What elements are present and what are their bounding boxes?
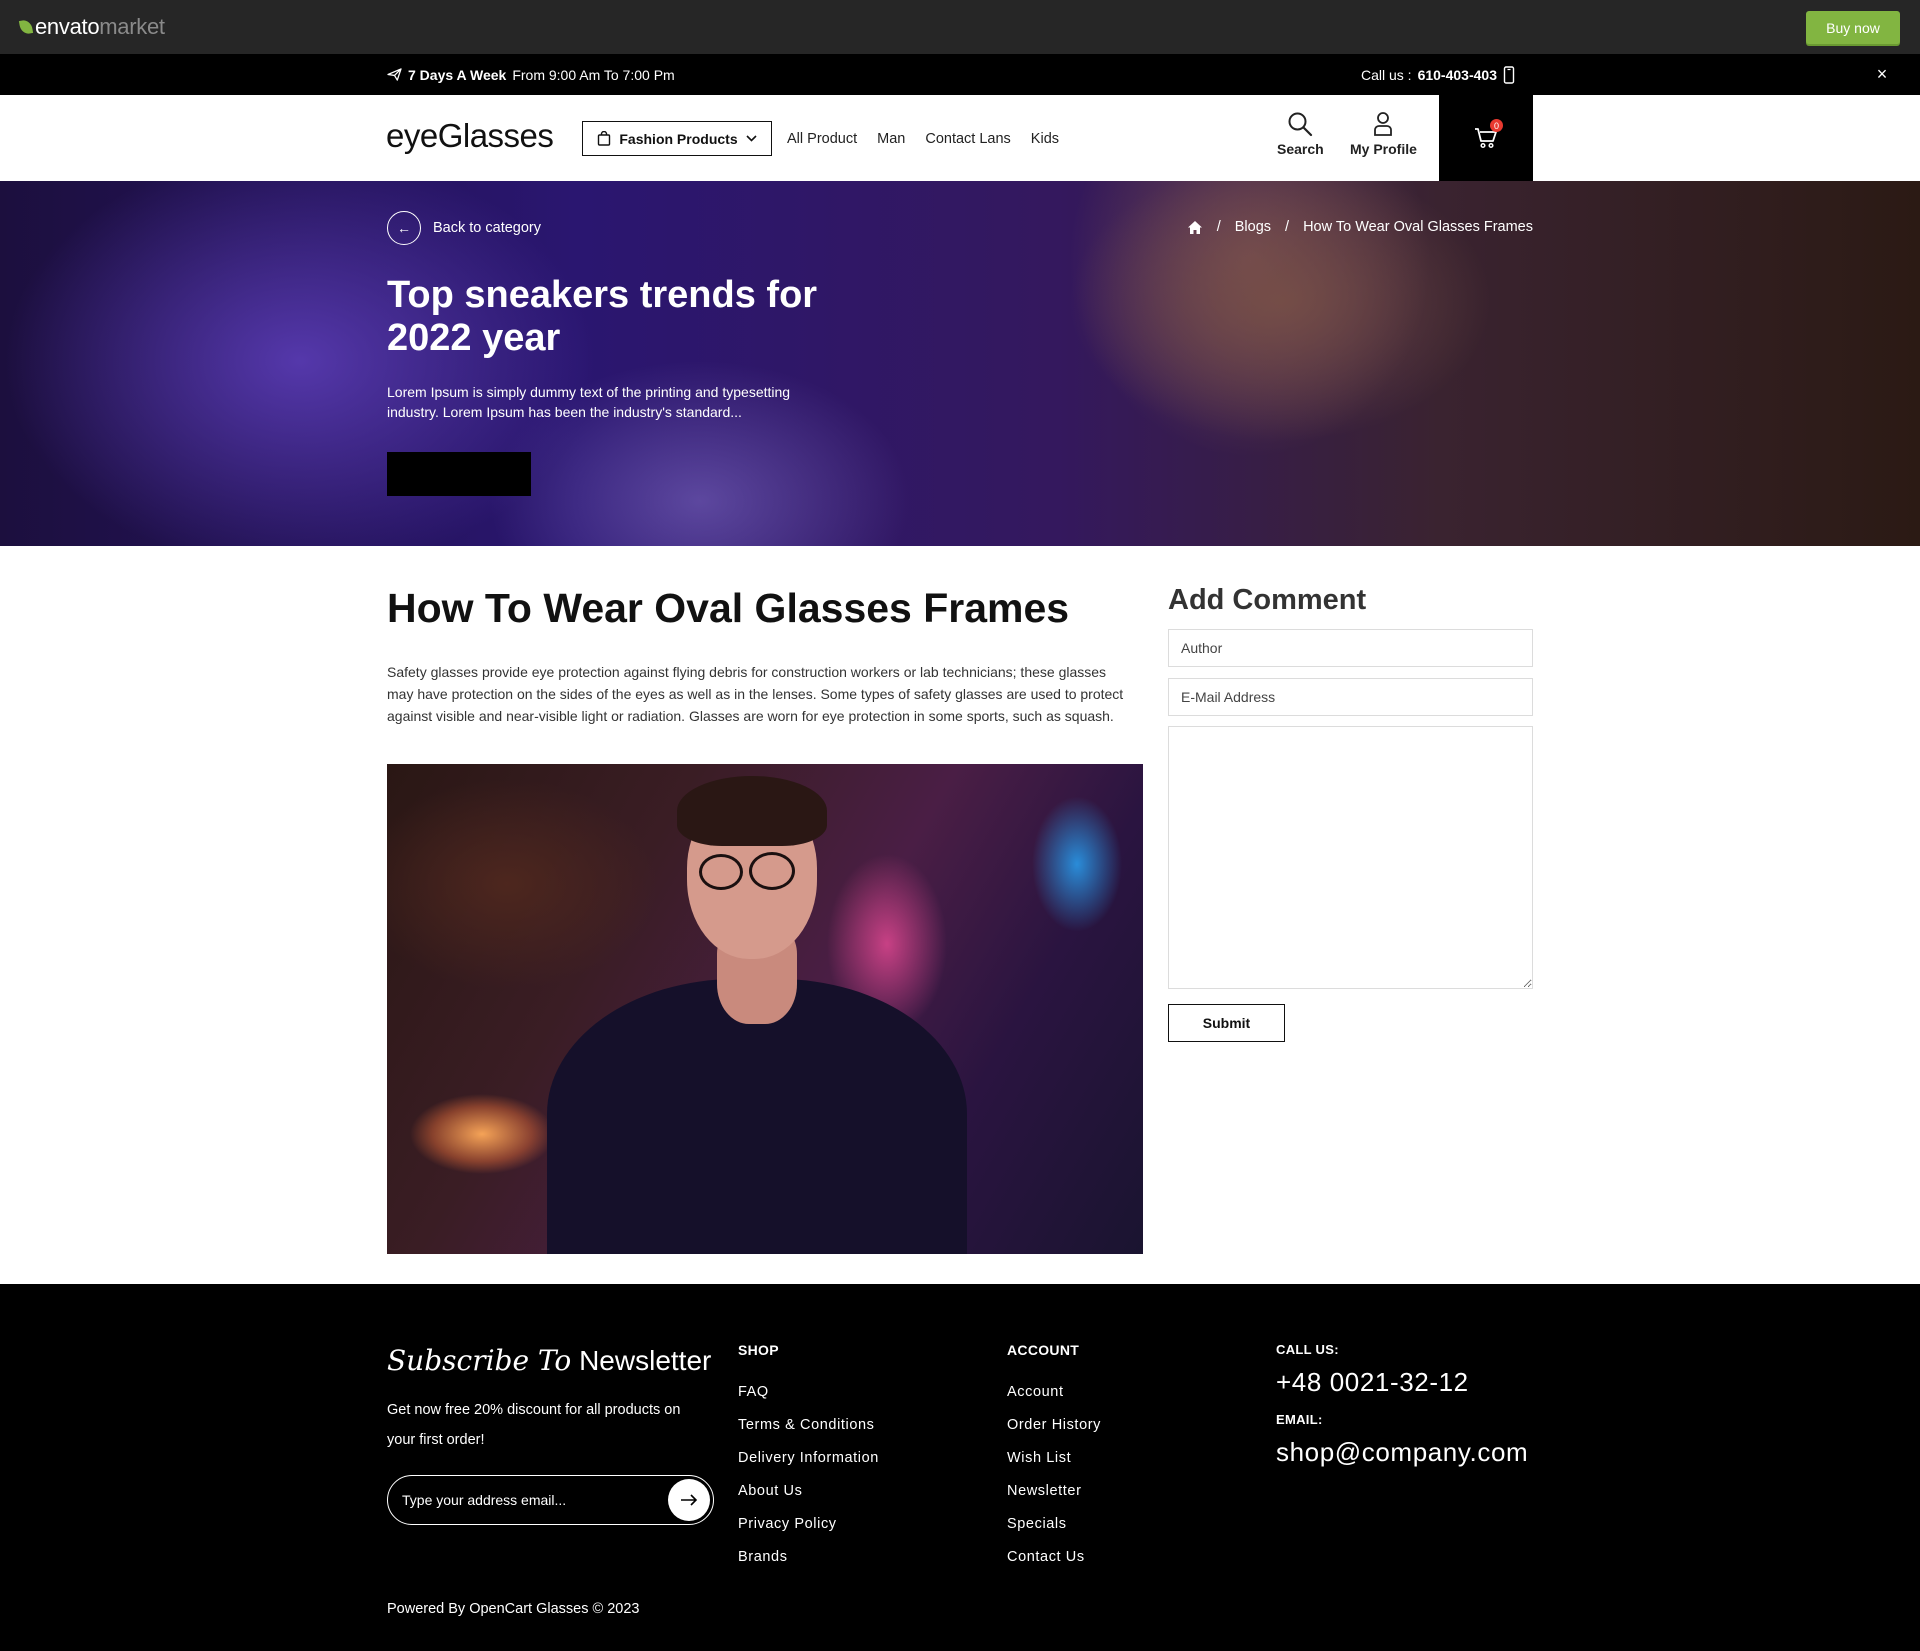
add-comment-title: Add Comment xyxy=(1168,584,1367,616)
site-logo[interactable]: eyeGlasses xyxy=(386,117,554,155)
search-button[interactable]: Search xyxy=(1277,111,1324,157)
article-image xyxy=(387,764,1143,1254)
article-body: Safety glasses provide eye protection ag… xyxy=(387,664,1124,724)
hours-days: 7 Days A Week xyxy=(408,66,507,83)
footer-account-column: ACCOUNT Account Order History Wish List … xyxy=(1007,1342,1101,1574)
footer-email[interactable]: shop@company.com xyxy=(1276,1437,1528,1468)
breadcrumb-blogs[interactable]: Blogs xyxy=(1235,219,1271,235)
breadcrumb-current: How To Wear Oval Glasses Frames xyxy=(1303,219,1533,235)
footer-contact-column: CALL US: +48 0021-32-12 EMAIL: shop@comp… xyxy=(1276,1342,1528,1482)
footer-phone[interactable]: +48 0021-32-12 xyxy=(1276,1367,1528,1398)
comment-textarea[interactable] xyxy=(1168,726,1533,989)
footer-link-about[interactable]: About Us xyxy=(738,1475,879,1508)
call-us-label: Call us : xyxy=(1361,66,1412,83)
newsletter-submit-button[interactable] xyxy=(668,1479,710,1521)
site-header: eyeGlasses Fashion Products All Product … xyxy=(0,95,1920,181)
close-topbar-button[interactable]: × xyxy=(1872,54,1892,95)
envato-logo-market: market xyxy=(99,14,165,39)
user-icon xyxy=(1374,112,1393,136)
call-us: Call us : 610-403-403 xyxy=(1361,54,1515,95)
footer-shop-column: SHOP FAQ Terms & Conditions Delivery Inf… xyxy=(738,1342,879,1574)
footer-link-delivery[interactable]: Delivery Information xyxy=(738,1442,879,1475)
nav-item-kids[interactable]: Kids xyxy=(1031,131,1059,147)
fashion-products-label: Fashion Products xyxy=(619,130,738,147)
arrow-right-icon xyxy=(681,1494,698,1506)
breadcrumb-separator: / xyxy=(1216,219,1221,235)
newsletter-title: Subscribe To Newsletter xyxy=(387,1344,711,1377)
nav-item-man[interactable]: Man xyxy=(877,131,905,147)
footer-link-newsletter[interactable]: Newsletter xyxy=(1007,1475,1101,1508)
opening-hours: 7 Days A Week From 9:00 Am To 7:00 Pm xyxy=(387,54,675,95)
footer-link-brands[interactable]: Brands xyxy=(738,1541,879,1574)
footer-link-order-history[interactable]: Order History xyxy=(1007,1409,1101,1442)
breadcrumb: / Blogs / How To Wear Oval Glasses Frame… xyxy=(1187,219,1533,235)
footer-link-faq[interactable]: FAQ xyxy=(738,1376,879,1409)
hero-banner: ← Back to category / Blogs / How To Wear… xyxy=(0,181,1920,546)
newsletter-email-input[interactable] xyxy=(402,1492,668,1508)
email-field[interactable] xyxy=(1168,678,1533,716)
paper-plane-icon xyxy=(387,68,402,81)
top-info-bar: 7 Days A Week From 9:00 Am To 7:00 Pm Ca… xyxy=(0,54,1920,95)
newsletter-form xyxy=(387,1475,714,1525)
envato-logo[interactable]: envato market xyxy=(18,14,165,40)
buy-now-button[interactable]: Buy now xyxy=(1806,11,1900,44)
search-label: Search xyxy=(1277,141,1324,157)
footer-link-account[interactable]: Account xyxy=(1007,1376,1101,1409)
article-title: How To Wear Oval Glasses Frames xyxy=(387,585,1070,631)
footer-call-label: CALL US: xyxy=(1276,1342,1339,1357)
home-icon[interactable] xyxy=(1187,220,1203,235)
main-nav: All Product Man Contact Lans Kids xyxy=(787,121,1059,156)
hero-cta-button[interactable] xyxy=(387,452,531,496)
newsletter-title-italic: Subscribe To xyxy=(387,1344,572,1377)
arrow-left-icon: ← xyxy=(387,211,421,245)
footer-email-label: EMAIL: xyxy=(1276,1412,1323,1427)
nav-item-all-product[interactable]: All Product xyxy=(787,131,857,147)
shopping-bag-icon xyxy=(598,131,611,146)
hero-description: Lorem Ipsum is simply dummy text of the … xyxy=(387,384,791,420)
footer-link-contact[interactable]: Contact Us xyxy=(1007,1541,1101,1574)
nav-item-contact-lans[interactable]: Contact Lans xyxy=(925,131,1010,147)
envato-bar: envato market Buy now xyxy=(0,0,1920,54)
footer-link-wish-list[interactable]: Wish List xyxy=(1007,1442,1101,1475)
my-profile-label: My Profile xyxy=(1350,141,1417,157)
my-profile-button[interactable]: My Profile xyxy=(1350,111,1417,157)
newsletter-title-plain: Newsletter xyxy=(579,1345,712,1376)
cart-count-badge: 0 xyxy=(1490,119,1503,132)
search-icon xyxy=(1288,112,1313,137)
photo-glasses-lens-left xyxy=(699,854,743,890)
site-footer: Subscribe To Newsletter Get now free 20%… xyxy=(0,1284,1920,1651)
photo-glasses-lens-right xyxy=(749,852,795,890)
cart-button[interactable]: 0 xyxy=(1439,95,1533,181)
envato-logo-word: envato xyxy=(35,14,100,39)
fashion-products-dropdown[interactable]: Fashion Products xyxy=(582,121,772,156)
envato-leaf-icon xyxy=(18,19,34,35)
newsletter-description: Get now free 20% discount for all produc… xyxy=(387,1402,681,1448)
mobile-phone-icon xyxy=(1503,65,1515,84)
hours-time: From 9:00 Am To 7:00 Pm xyxy=(512,66,675,83)
breadcrumb-separator: / xyxy=(1285,219,1290,235)
footer-link-terms[interactable]: Terms & Conditions xyxy=(738,1409,879,1442)
author-field[interactable] xyxy=(1168,629,1533,667)
footer-shop-title: SHOP xyxy=(738,1342,779,1358)
footer-link-privacy[interactable]: Privacy Policy xyxy=(738,1508,879,1541)
back-to-category-label: Back to category xyxy=(433,220,541,236)
submit-comment-button[interactable]: Submit xyxy=(1168,1004,1285,1042)
chevron-down-icon xyxy=(746,135,757,142)
footer-account-title: ACCOUNT xyxy=(1007,1342,1080,1358)
footer-link-specials[interactable]: Specials xyxy=(1007,1508,1101,1541)
hero-title: Top sneakers trends for 2022 year xyxy=(387,274,818,359)
back-to-category-link[interactable]: ← Back to category xyxy=(387,211,541,245)
call-us-phone[interactable]: 610-403-403 xyxy=(1418,67,1497,83)
photo-hair-shape xyxy=(677,776,827,846)
copyright-text: Powered By OpenCart Glasses © 2023 xyxy=(387,1601,640,1617)
